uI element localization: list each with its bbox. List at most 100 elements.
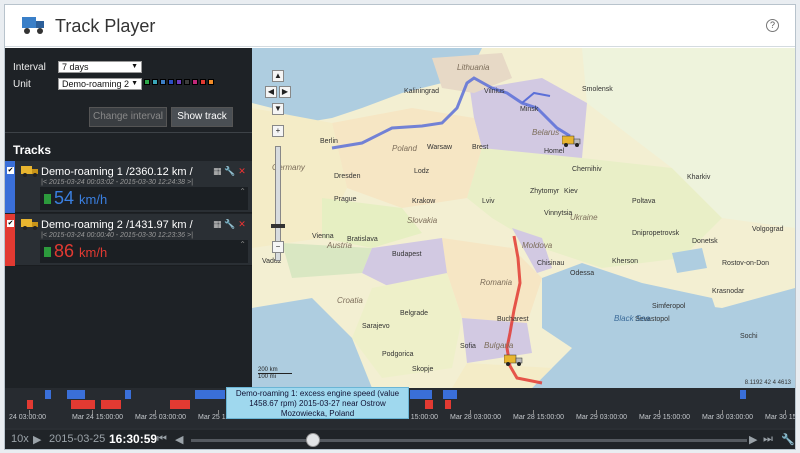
map-version: 8.1192 42 4 4613: [744, 380, 791, 386]
map-label: Vilnius: [484, 88, 505, 95]
blue-segment: [125, 390, 131, 399]
red-segment: [101, 400, 121, 409]
truck-marker-icon[interactable]: [562, 134, 582, 148]
color-swatch[interactable]: [152, 79, 158, 85]
wrench-icon[interactable]: 🔧: [224, 166, 235, 176]
zoom-in-button[interactable]: +: [272, 125, 284, 137]
unit-value: Demo-roaming 2: [62, 79, 130, 89]
step-back-icon[interactable]: ◀: [175, 433, 183, 446]
zoom-handle[interactable]: [271, 224, 285, 228]
timeline-tick-label: Mar 29 03:00:00: [576, 414, 627, 421]
map-label: Kherson: [612, 258, 639, 265]
map-label: Krasnodar: [712, 288, 745, 295]
remove-icon[interactable]: ✕: [238, 166, 246, 176]
change-interval-button[interactable]: Change interval: [89, 107, 167, 127]
pan-down-icon[interactable]: ▼: [272, 103, 284, 115]
color-palette: [144, 79, 214, 87]
color-swatch[interactable]: [208, 79, 214, 85]
map-label: Vinnytsia: [544, 210, 573, 217]
map-label: Prague: [334, 196, 357, 203]
timeline-tick-label: 24 03:00:00: [9, 414, 46, 421]
color-swatch[interactable]: [168, 79, 174, 85]
interval-label: Interval: [13, 62, 46, 73]
map-label: Bucharest: [497, 316, 529, 323]
color-swatch[interactable]: [200, 79, 206, 85]
signal-icon: [44, 194, 51, 204]
speed-factor[interactable]: 10x: [11, 433, 29, 445]
title-bar: Track Player ?: [5, 5, 795, 47]
map-label: Rostov-on-Don: [722, 260, 770, 267]
wrench-icon[interactable]: 🔧: [224, 219, 235, 229]
truck-marker-icon[interactable]: [504, 353, 524, 367]
player-controls: 10x ▶ 2015-03-25 16:30:59 ⏮ ◀ ▶ ⏭ 🔧: [5, 430, 795, 449]
pan-up-icon[interactable]: ▲: [272, 70, 284, 82]
map-label: Simferopol: [652, 303, 686, 310]
timeline-tick-label: Mar 28 15:00:00: [513, 414, 564, 421]
map-label: Moldova: [522, 241, 553, 250]
unit-select[interactable]: Demo-roaming 2 ▼: [58, 78, 142, 90]
red-segment: [27, 400, 33, 409]
map-label: Vienna: [312, 233, 334, 240]
zoom-out-button[interactable]: −: [272, 241, 284, 253]
color-swatch[interactable]: [184, 79, 190, 85]
color-swatch[interactable]: [176, 79, 182, 85]
map-label: Podgorica: [382, 351, 414, 358]
map-label: Ukraine: [570, 213, 598, 222]
track-name: Demo-roaming 1 /2360.12 km /: [41, 166, 193, 178]
map-label: Berlin: [320, 138, 338, 145]
color-swatch[interactable]: [160, 79, 166, 85]
interval-select[interactable]: 7 days ▼: [58, 61, 142, 73]
play-icon[interactable]: ▶: [33, 433, 41, 446]
map-label: Sochi: [740, 333, 758, 340]
dropdown-arrow-icon: ▼: [131, 63, 138, 70]
pan-right-icon[interactable]: ▶: [279, 86, 291, 98]
map-label: Dnipropetrovsk: [632, 230, 680, 237]
map-label: Poland: [392, 144, 417, 153]
truck-icon: [21, 219, 38, 230]
pan-left-icon[interactable]: ◀: [265, 86, 277, 98]
collapse-icon[interactable]: ⌃: [239, 240, 246, 249]
track-tools: ▦ 🔧 ✕: [213, 219, 246, 230]
timeline-tick-label: Mar 30 03:00:00: [702, 414, 753, 421]
show-track-button[interactable]: Show track: [171, 107, 233, 127]
remove-icon[interactable]: ✕: [238, 219, 246, 229]
map-label: Lodz: [414, 168, 430, 175]
map-label: Croatia: [337, 296, 363, 305]
map-label: Warsaw: [427, 144, 453, 151]
map-label: Kharkiv: [687, 174, 711, 181]
blue-segment: [740, 390, 746, 399]
timeline-tick-label: Mar 28 03:00:00: [450, 414, 501, 421]
color-swatch[interactable]: [144, 79, 150, 85]
timeline[interactable]: 24 03:00:00 Mar 24 15:00:00 Mar 25 03:00:0…: [5, 387, 796, 449]
blue-segment: [67, 390, 85, 399]
dropdown-arrow-icon: ▼: [131, 80, 138, 87]
track-item[interactable]: ✔ Demo-roaming 2 /1431.97 km / |< 2015-0…: [5, 214, 252, 266]
skip-start-icon[interactable]: ⏮: [157, 433, 167, 446]
track-item[interactable]: ✔ Demo-roaming 1 /2360.12 km / |< 2015-0…: [5, 161, 252, 213]
collapse-icon[interactable]: ⌃: [239, 187, 246, 196]
map-label: Slovakia: [407, 216, 438, 225]
current-date: 2015-03-25: [49, 433, 106, 445]
map-canvas: [252, 48, 795, 388]
track-checkbox[interactable]: ✔: [7, 220, 14, 227]
settings-wrench-icon[interactable]: 🔧: [781, 433, 795, 446]
map-label: Bratislava: [347, 236, 378, 243]
step-forward-icon[interactable]: ▶: [749, 433, 757, 446]
chart-icon[interactable]: ▦: [213, 166, 222, 176]
map-label: Sarajevo: [362, 323, 390, 330]
map-label: Lithuania: [457, 63, 490, 72]
truck-icon: [21, 166, 38, 177]
timeline-slider-knob[interactable]: [306, 433, 321, 447]
timeline-tick-label: Mar 30 15:00:00: [765, 414, 796, 421]
help-icon[interactable]: ?: [766, 19, 779, 32]
speed-display: 86 km/h ⌃: [40, 240, 248, 263]
map-label: Sofia: [460, 343, 476, 350]
chart-icon[interactable]: ▦: [213, 219, 222, 229]
timeline-tick-label: Mar 24 15:00:00: [72, 414, 123, 421]
map-view[interactable]: Lithuania Belarus Poland Germany Ukraine…: [252, 48, 795, 388]
color-swatch[interactable]: [192, 79, 198, 85]
skip-end-icon[interactable]: ⏭: [763, 433, 773, 446]
timeline-slider[interactable]: [191, 439, 747, 442]
track-checkbox[interactable]: ✔: [7, 167, 14, 174]
map-label: Dresden: [334, 173, 361, 180]
